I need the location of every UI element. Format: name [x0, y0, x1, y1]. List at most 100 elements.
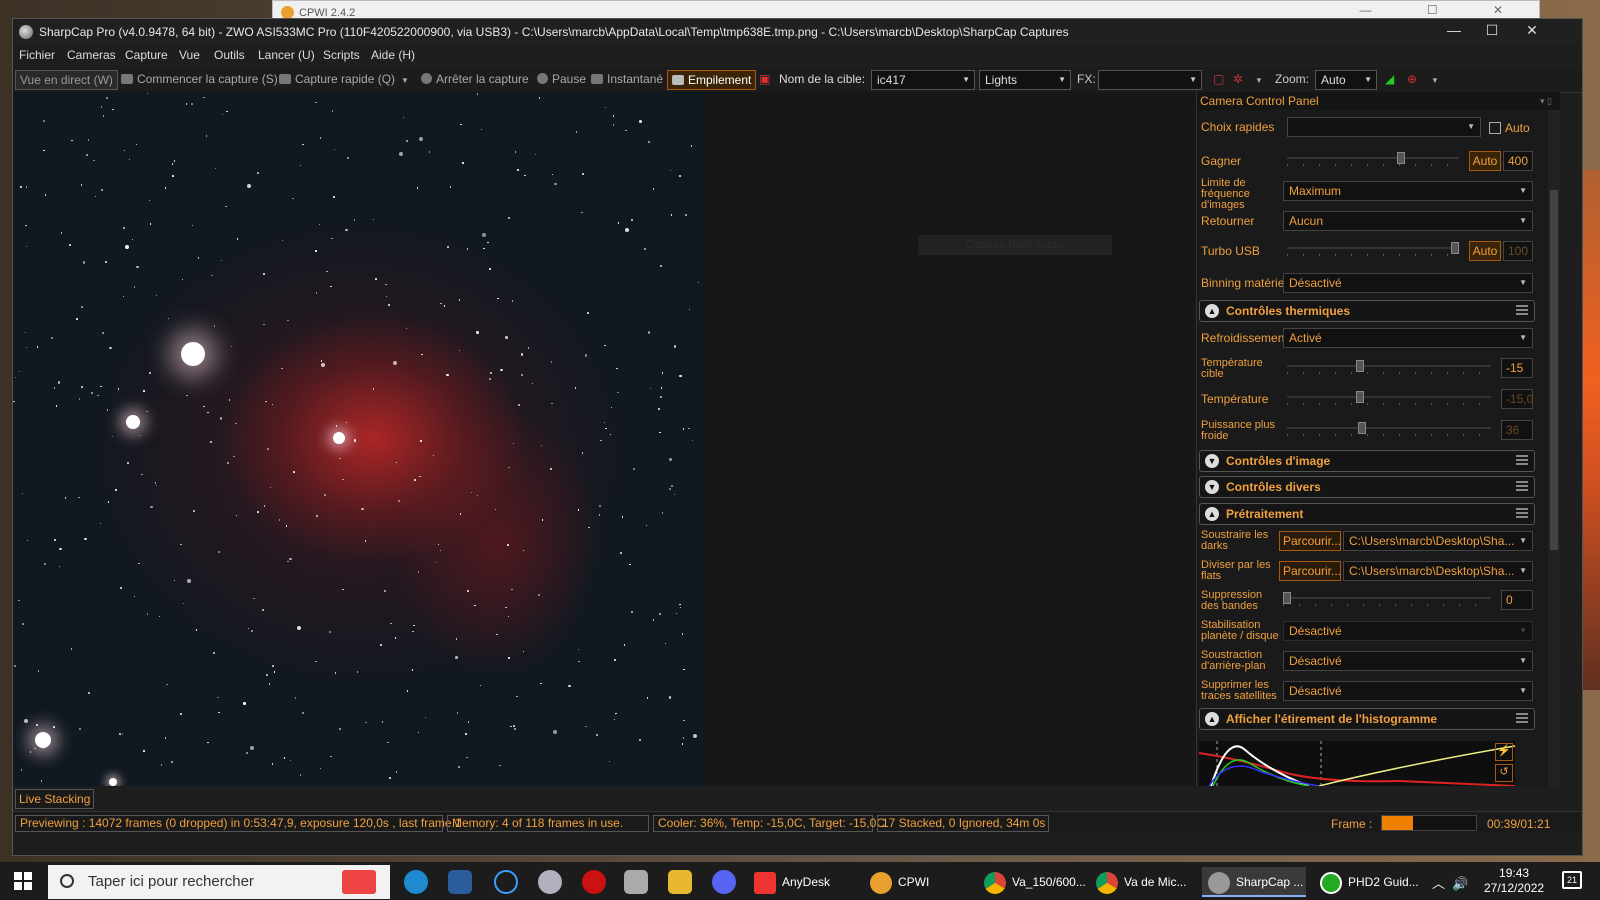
snapshot-button[interactable]: Instantané	[587, 70, 667, 90]
menu-icon[interactable]	[1516, 713, 1528, 723]
darks-path-select[interactable]: C:\Users\marcb\Desktop\Sha... ▼	[1343, 531, 1533, 551]
usb-turbo-slider[interactable]	[1287, 242, 1459, 258]
panel-pin-icon[interactable]: ▾ ▯	[1540, 92, 1552, 110]
chevron-down-icon[interactable]: ▼	[1205, 480, 1219, 494]
menu-icon[interactable]	[1516, 481, 1528, 491]
cortana-icon[interactable]	[494, 870, 518, 894]
reset-stretch-icon[interactable]: ↺	[1495, 764, 1513, 782]
quick-capture-dropdown-icon[interactable]: ▼	[397, 72, 413, 92]
camera-preview-image[interactable]	[13, 92, 706, 786]
weather-icon[interactable]	[538, 870, 562, 894]
satellite-select[interactable]: Désactivé ▼	[1283, 681, 1533, 701]
menu-fichier[interactable]: Fichier	[19, 48, 55, 62]
zoom-select[interactable]: Auto ▼	[1315, 70, 1377, 90]
darks-browse-button[interactable]: Parcourir...	[1279, 531, 1341, 551]
gain-slider-handle[interactable]	[1396, 152, 1405, 164]
chevron-down-icon[interactable]: ▼	[1205, 454, 1219, 468]
pause-button[interactable]: Pause	[533, 70, 590, 90]
quick-choice-auto-checkbox[interactable]	[1489, 122, 1501, 134]
menu-vue[interactable]: Vue	[179, 48, 200, 62]
taskbar-phd2[interactable]: PHD2 Guid...	[1320, 867, 1419, 897]
menu-capture[interactable]: Capture	[125, 48, 168, 62]
flats-browse-button[interactable]: Parcourir...	[1279, 561, 1341, 581]
system-tray-icons[interactable]: ︿ 🔊	[1432, 873, 1468, 892]
maximize-button[interactable]: ☐	[1477, 22, 1507, 42]
usb-turbo-auto-button[interactable]: Auto	[1469, 241, 1501, 261]
quick-choice-select[interactable]: ▼	[1287, 117, 1481, 137]
menu-aide[interactable]: Aide (H)	[371, 48, 415, 62]
panel-scrollbar[interactable]	[1548, 110, 1560, 786]
frame-type-select[interactable]: Lights ▼	[979, 70, 1071, 90]
stacking-button[interactable]: Empilement	[667, 70, 757, 90]
target-temp-slider-handle[interactable]	[1355, 360, 1364, 372]
menu-icon[interactable]	[1516, 305, 1528, 315]
auto-stretch-icon[interactable]: ⚡	[1495, 743, 1513, 761]
notification-icon[interactable]: 21	[1562, 871, 1582, 889]
flip-select[interactable]: Aucun ▼	[1283, 211, 1533, 231]
start-capture-button[interactable]: Commencer la capture (S)	[117, 70, 282, 90]
taskbar-chrome-1[interactable]: Va_150/600...	[984, 867, 1086, 897]
banding-slider[interactable]	[1283, 592, 1491, 608]
red-app-icon[interactable]	[582, 870, 606, 894]
usb-turbo-slider-handle[interactable]	[1451, 242, 1459, 254]
menu-cameras[interactable]: Cameras	[67, 48, 116, 62]
histogram-icon[interactable]: ◢	[1381, 70, 1398, 90]
discord-icon[interactable]	[712, 870, 736, 894]
background-select[interactable]: Désactivé ▼	[1283, 651, 1533, 671]
taskbar-anydesk[interactable]: AnyDesk	[754, 867, 830, 897]
title-bar[interactable]: SharpCap Pro (v4.0.9478, 64 bit) - ZWO A…	[13, 19, 1582, 45]
zoom-tool-icon[interactable]: ⊕	[1403, 70, 1421, 90]
menu-lancer[interactable]: Lancer (U)	[258, 48, 315, 62]
file-explorer-icon[interactable]	[668, 870, 692, 894]
target-temp-input[interactable]: -15	[1501, 358, 1533, 378]
target-name-input[interactable]: ic417 ▼	[871, 70, 975, 90]
crosshair-dropdown-icon[interactable]: ▼	[1251, 72, 1267, 92]
minimize-button[interactable]: —	[1439, 22, 1469, 42]
edge-icon[interactable]	[404, 870, 428, 894]
menu-icon[interactable]	[1516, 455, 1528, 465]
gain-auto-button[interactable]: Auto	[1469, 151, 1501, 171]
thermal-section-header[interactable]: ▲ Contrôles thermiques	[1199, 300, 1535, 322]
taskbar-clock[interactable]: 19:43 27/12/2022	[1484, 866, 1544, 896]
gain-slider[interactable]	[1287, 152, 1459, 168]
histogram-chart[interactable]: ⚡ ↺	[1199, 741, 1515, 786]
stabilization-select[interactable]: Désactivé ▼	[1283, 621, 1533, 641]
stop-capture-button[interactable]: Arrêter la capture	[417, 70, 533, 90]
misc-controls-section-header[interactable]: ▼ Contrôles divers	[1199, 476, 1535, 498]
mail-icon[interactable]	[448, 870, 472, 894]
crosshair-icon[interactable]: ✲	[1229, 70, 1247, 90]
tools-dropdown-icon[interactable]: ▼	[1427, 72, 1443, 92]
target-temp-slider[interactable]	[1287, 360, 1491, 376]
windows-start-icon[interactable]	[14, 872, 32, 890]
chevron-up-icon[interactable]: ▲	[1205, 507, 1219, 521]
flats-path-select[interactable]: C:\Users\marcb\Desktop\Sha... ▼	[1343, 561, 1533, 581]
taskbar-cpwi[interactable]: CPWI	[870, 867, 929, 897]
banding-value-input[interactable]: 0	[1501, 590, 1533, 610]
panel-scrollbar-thumb[interactable]	[1550, 190, 1558, 550]
taskbar-search-input[interactable]: Taper ici pour rechercher	[48, 865, 390, 899]
menu-icon[interactable]	[1516, 508, 1528, 518]
quick-capture-button[interactable]: Capture rapide (Q)	[275, 70, 399, 90]
binning-select[interactable]: Désactivé ▼	[1283, 273, 1533, 293]
live-view-button[interactable]: Vue en direct (W)	[15, 70, 118, 90]
star-app-icon[interactable]	[624, 870, 648, 894]
gain-value-input[interactable]: 400	[1503, 151, 1533, 171]
banding-slider-handle[interactable]	[1283, 592, 1291, 604]
close-button[interactable]: ✕	[1517, 22, 1547, 42]
histogram-section-header[interactable]: ▲ Afficher l'étirement de l'histogramme	[1199, 708, 1535, 730]
frame-rate-select[interactable]: Maximum ▼	[1283, 181, 1533, 201]
taskbar-sharpcap[interactable]: SharpCap ...	[1202, 867, 1306, 897]
chevron-up-icon[interactable]: ▲	[1205, 712, 1219, 726]
menu-scripts[interactable]: Scripts	[323, 48, 360, 62]
taskbar-chrome-2[interactable]: Va de Mic...	[1096, 867, 1186, 897]
background-window-controls[interactable]: — ☐ ✕	[1360, 3, 1529, 17]
live-stacking-tab[interactable]: Live Stacking	[15, 789, 95, 809]
cooling-select[interactable]: Activé ▼	[1283, 328, 1533, 348]
usb-turbo-value-input[interactable]: 100	[1503, 241, 1533, 261]
selection-area-icon[interactable]: ▢	[1209, 70, 1228, 90]
fx-select[interactable]: ▼	[1098, 70, 1202, 90]
menu-outils[interactable]: Outils	[214, 48, 245, 62]
image-controls-section-header[interactable]: ▼ Contrôles d'image	[1199, 450, 1535, 472]
fullscreen-capture-button[interactable]: Capture Plein écran	[918, 235, 1112, 255]
preprocessing-section-header[interactable]: ▲ Prétraitement	[1199, 503, 1535, 525]
